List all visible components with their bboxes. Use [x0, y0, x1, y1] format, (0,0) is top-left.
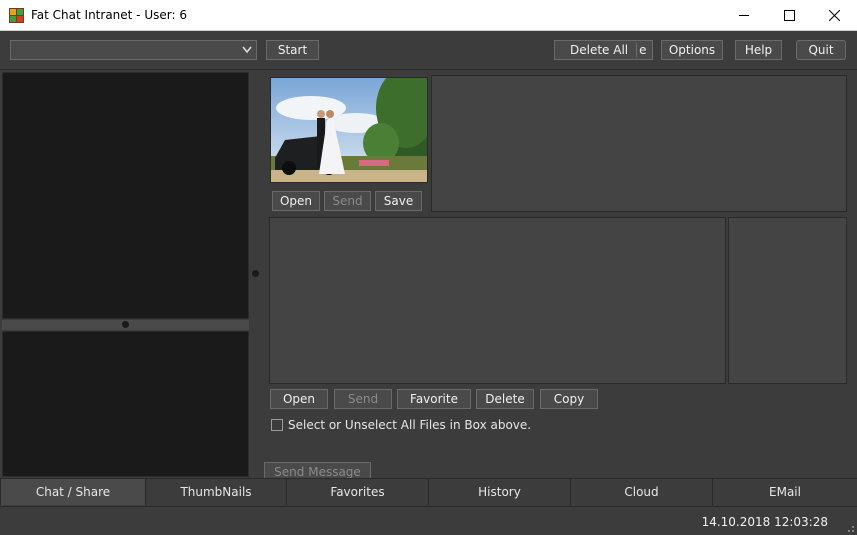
files-send-button[interactable]: Send: [334, 389, 392, 409]
image-info-panel: [431, 75, 847, 212]
image-send-button[interactable]: Send: [324, 191, 371, 211]
send-message-button[interactable]: Send Message: [264, 462, 371, 478]
delete-all-label: Delete All: [570, 43, 629, 57]
app-icon: [9, 8, 24, 23]
close-button[interactable]: [812, 0, 857, 31]
delete-all-button[interactable]: Delete All e: [554, 40, 653, 60]
maximize-icon: [784, 10, 795, 21]
image-preview[interactable]: [270, 77, 428, 183]
files-list-box[interactable]: [269, 217, 726, 384]
wedding-photo: [271, 78, 427, 182]
chat-view-panel[interactable]: [2, 72, 249, 319]
quit-button[interactable]: Quit: [796, 40, 846, 60]
tab-thumbnails[interactable]: ThumbNails: [145, 478, 286, 505]
status-bar: 14.10.2018 12:03:28: [0, 506, 857, 535]
chevron-down-icon: [242, 46, 252, 54]
status-datetime: 14.10.2018 12:03:28: [701, 515, 828, 529]
files-open-button[interactable]: Open: [270, 389, 328, 409]
minimize-icon: [739, 15, 749, 16]
horizontal-splitter[interactable]: [2, 320, 249, 330]
tab-chat-share[interactable]: Chat / Share: [0, 478, 145, 505]
image-open-button[interactable]: Open: [272, 191, 320, 211]
files-favorite-button[interactable]: Favorite: [397, 389, 471, 409]
start-button[interactable]: Start: [266, 40, 319, 60]
user-combo[interactable]: [10, 40, 257, 60]
options-button[interactable]: Options: [661, 40, 723, 60]
help-button[interactable]: Help: [735, 40, 782, 60]
tab-email[interactable]: EMail: [712, 478, 857, 505]
file-details-panel: [728, 217, 847, 384]
image-save-button[interactable]: Save: [375, 191, 422, 211]
files-copy-button[interactable]: Copy: [540, 389, 598, 409]
maximize-button[interactable]: [767, 0, 812, 31]
tab-history[interactable]: History: [428, 478, 570, 505]
splitter-grip-icon: [122, 321, 129, 328]
vertical-splitter[interactable]: [250, 72, 260, 477]
delete-all-overflow: e: [636, 43, 647, 57]
tab-favorites[interactable]: Favorites: [286, 478, 428, 505]
minimize-button[interactable]: [722, 0, 767, 31]
chat-input-panel[interactable]: [2, 331, 249, 477]
files-delete-button[interactable]: Delete: [476, 389, 534, 409]
resize-grip-icon[interactable]: [845, 523, 855, 533]
tab-cloud[interactable]: Cloud: [570, 478, 712, 505]
select-all-label[interactable]: Select or Unselect All Files in Box abov…: [288, 418, 531, 432]
title-bar: Fat Chat Intranet - User: 6: [0, 0, 857, 31]
splitter-grip-icon: [252, 270, 259, 277]
close-icon: [829, 10, 840, 21]
window-title: Fat Chat Intranet - User: 6: [31, 8, 187, 22]
select-all-checkbox[interactable]: [271, 419, 283, 431]
